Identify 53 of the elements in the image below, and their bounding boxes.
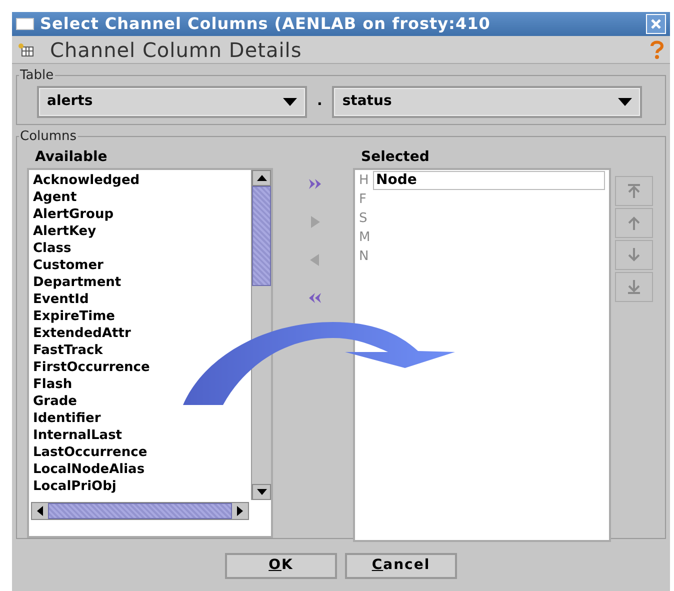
scroll-thumb[interactable] — [48, 503, 232, 519]
dialog-button[interactable]: Cancel — [345, 552, 457, 578]
list-item[interactable]: Grade — [33, 393, 77, 410]
dialog-button[interactable]: OK — [225, 552, 337, 578]
column-name-field[interactable]: Node — [373, 171, 605, 190]
close-button[interactable] — [646, 14, 666, 34]
header-title: Channel Column Details — [50, 36, 303, 64]
list-item[interactable]: Flash — [33, 376, 72, 393]
list-item[interactable]: Customer — [33, 257, 104, 274]
list-item[interactable]: LocalNodeAlias — [33, 461, 145, 478]
list-item[interactable]: Department — [33, 274, 122, 291]
vertical-scrollbar[interactable] — [251, 170, 271, 500]
list-item[interactable]: FastTrack — [33, 342, 103, 359]
table-dropdown[interactable]: status — [332, 86, 642, 118]
database-dropdown[interactable]: alerts — [37, 86, 307, 118]
window-icon — [16, 18, 34, 30]
scroll-thumb[interactable] — [252, 186, 271, 286]
list-item[interactable]: Acknowledged — [33, 172, 140, 189]
list-item[interactable]: ExpireTime — [33, 308, 115, 325]
list-item[interactable]: EventId — [33, 291, 89, 308]
row-letter: N — [359, 248, 369, 266]
window-title: Select Channel Columns (AENLAB on frosty:410 — [40, 13, 492, 35]
list-item[interactable]: Class — [33, 240, 72, 257]
list-item[interactable]: LastOccurrence — [33, 444, 148, 461]
help-icon[interactable] — [650, 40, 664, 60]
list-item[interactable]: AlertKey — [33, 223, 96, 240]
scroll-down-icon[interactable] — [252, 484, 271, 500]
row-letter: M — [359, 228, 369, 247]
list-item[interactable]: Agent — [33, 189, 77, 206]
row-letter: F — [359, 190, 368, 209]
double-right-arrow-icon[interactable] — [307, 176, 323, 192]
dropdown-arrow-icon — [618, 98, 632, 106]
dropdown-arrow-icon — [283, 98, 297, 106]
double-left-arrow-icon[interactable] — [307, 290, 323, 306]
list-item[interactable]: AlertGroup — [33, 206, 114, 223]
column-heading: Selected — [360, 148, 430, 167]
row-letter: S — [359, 210, 368, 228]
list-item[interactable]: ExtendedAttr — [33, 325, 131, 342]
scroll-up-icon[interactable] — [252, 170, 271, 186]
list-item[interactable]: LocalPriObj — [33, 478, 116, 495]
list-item[interactable]: InternalLast — [33, 427, 122, 444]
group-label: Columns — [19, 128, 78, 146]
horizontal-scrollbar[interactable] — [31, 502, 249, 520]
table-icon — [18, 42, 34, 56]
move-to-bottom-icon — [625, 278, 643, 296]
close-icon — [651, 19, 661, 29]
group-label: Table — [19, 67, 55, 85]
separator-dot: . — [317, 92, 322, 111]
column-heading: Available — [34, 148, 108, 167]
move-to-top-icon — [625, 182, 643, 200]
list-item[interactable]: Identifier — [33, 410, 101, 427]
row-letter: H — [359, 172, 369, 190]
list-item[interactable]: FirstOccurrence — [33, 359, 150, 376]
